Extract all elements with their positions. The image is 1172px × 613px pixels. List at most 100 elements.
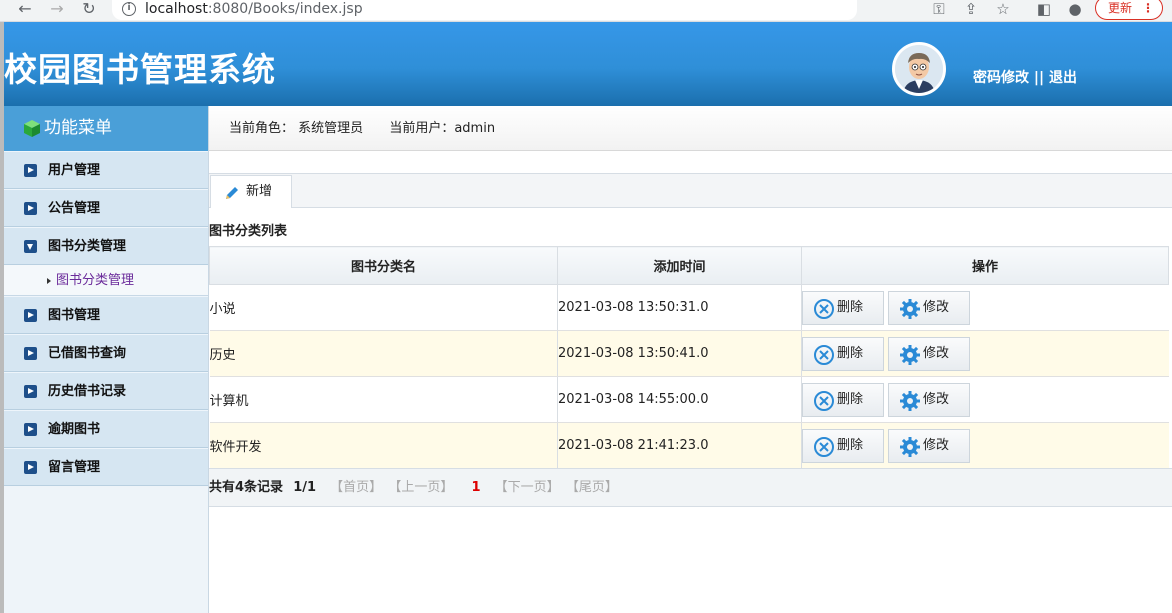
role-bar: 当前角色： 系统管理员 当前用户：admin	[209, 106, 1172, 151]
sidebar-item-borrowed[interactable]: 已借图书查询	[4, 334, 208, 372]
user-value: admin	[454, 121, 496, 136]
delete-button[interactable]: 删除	[802, 336, 884, 371]
sidebar-item-label: 用户管理	[48, 163, 101, 178]
sidebar-item-books[interactable]: 图书管理	[4, 296, 208, 334]
avatar	[892, 42, 946, 96]
page-count: 1/1	[293, 480, 317, 495]
column-header-actions: 操作	[801, 246, 1169, 285]
info-icon[interactable]: i	[122, 2, 136, 16]
edit-button[interactable]: 修改	[888, 382, 970, 417]
role-value: 系统管理员	[298, 121, 364, 136]
update-button[interactable]: 更新 ⋮	[1095, 0, 1163, 20]
sidebar-subitem-categories[interactable]: 图书分类管理	[4, 265, 208, 296]
actions-cell: 删除 修改	[801, 330, 1169, 377]
expand-arrow-icon	[24, 347, 37, 360]
add-time-cell: 2021-03-08 14:55:00.0	[557, 376, 802, 423]
sidebar-item-label: 图书管理	[48, 308, 101, 323]
current-page[interactable]: 1	[471, 480, 480, 495]
back-icon[interactable]: ←	[15, 1, 35, 19]
delete-circle-icon	[814, 298, 834, 319]
reload-icon[interactable]: ↻	[79, 1, 99, 19]
delete-label: 删除	[837, 299, 864, 315]
sidebar-item-overdue[interactable]: 逾期图书	[4, 410, 208, 448]
url-text[interactable]: localhost:8080/Books/index.jsp	[145, 1, 363, 17]
table-row: 软件开发 2021-03-08 21:41:23.0 删除 修改	[209, 422, 1169, 469]
table-row: 计算机 2021-03-08 14:55:00.0 删除 修改	[209, 376, 1169, 423]
change-password-link[interactable]: 密码修改	[973, 70, 1029, 86]
sidebar-item-label: 留言管理	[48, 460, 101, 475]
cube-icon	[24, 120, 40, 137]
share-icon[interactable]: ⇪	[962, 1, 980, 19]
expand-arrow-icon	[24, 385, 37, 398]
sidepanel-icon[interactable]: ◧	[1035, 1, 1053, 19]
edit-button[interactable]: 修改	[888, 336, 970, 371]
menu-title-label: 功能菜单	[44, 118, 112, 138]
toolbar: 新增	[209, 173, 1172, 208]
delete-button[interactable]: 删除	[802, 382, 884, 417]
expand-arrow-icon	[24, 309, 37, 322]
add-button[interactable]: 新增	[210, 175, 292, 208]
address-bar[interactable]: i localhost:8080/Books/index.jsp	[112, 0, 857, 20]
sidebar-item-label: 公告管理	[48, 201, 101, 216]
system-title: 校园图书管理系统	[4, 50, 276, 89]
star-icon[interactable]: ☆	[994, 1, 1012, 19]
edit-button[interactable]: 修改	[888, 428, 970, 463]
actions-cell: 删除 修改	[801, 376, 1169, 423]
role-label: 当前角色：	[229, 121, 295, 136]
category-name-cell: 小说	[209, 284, 558, 331]
edit-button[interactable]: 修改	[888, 290, 970, 325]
app-header: 校园图书管理系统 密码修改 || 退出	[0, 22, 1172, 106]
actions-cell: 删除 修改	[801, 422, 1169, 469]
gear-icon	[900, 344, 920, 365]
add-label: 新增	[246, 184, 273, 199]
column-header-time: 添加时间	[557, 246, 802, 285]
category-name-cell: 计算机	[209, 376, 558, 423]
sidebar-item-history[interactable]: 历史借书记录	[4, 372, 208, 410]
delete-button[interactable]: 删除	[802, 428, 884, 463]
sidebar-item-messages[interactable]: 留言管理	[4, 448, 208, 486]
main-content: 当前角色： 系统管理员 当前用户：admin 新增 图书分类列表 图书分类名 添…	[209, 106, 1172, 613]
gear-icon	[900, 390, 920, 411]
pagination: 共有4条记录 1/1 【首页】 【上一页】 1 【下一页】 【尾页】	[209, 468, 1172, 507]
pencil-icon	[226, 187, 238, 199]
record-count: 共有4条记录	[209, 480, 284, 495]
delete-button[interactable]: 删除	[802, 290, 884, 325]
category-table: 图书分类名 添加时间 操作 小说 2021-03-08 13:50:31.0 删除修…	[209, 246, 1169, 469]
profile-icon[interactable]: ●	[1066, 1, 1084, 19]
sidebar-item-notices[interactable]: 公告管理	[4, 189, 208, 227]
sidebar-item-users[interactable]: 用户管理	[4, 151, 208, 189]
sidebar-item-categories[interactable]: 图书分类管理	[4, 227, 208, 265]
prev-page-link[interactable]: 【上一页】	[388, 480, 453, 495]
gear-icon	[900, 298, 920, 319]
add-time-cell: 2021-03-08 13:50:41.0	[557, 330, 802, 377]
next-page-link[interactable]: 【下一页】	[495, 480, 560, 495]
first-page-link[interactable]: 【首页】	[330, 480, 382, 495]
delete-circle-icon	[814, 390, 834, 411]
add-time-cell: 2021-03-08 13:50:31.0	[557, 284, 802, 331]
logout-link[interactable]: 退出	[1049, 70, 1077, 86]
delete-label: 删除	[837, 437, 864, 453]
delete-circle-icon	[814, 344, 834, 365]
sidebar: 功能菜单 用户管理 公告管理 图书分类管理 图书分类管理 图书管理 已借图书查询…	[0, 106, 209, 613]
edit-label: 修改	[923, 391, 950, 407]
delete-label: 删除	[837, 345, 864, 361]
collapse-arrow-icon	[24, 240, 37, 253]
key-icon[interactable]: ⚿	[930, 1, 948, 19]
edit-label: 修改	[923, 345, 950, 361]
user-label: 当前用户：	[389, 121, 455, 136]
expand-arrow-icon	[24, 423, 37, 436]
sidebar-item-label: 历史借书记录	[48, 384, 127, 399]
bullet-triangle-icon	[47, 278, 51, 284]
expand-arrow-icon	[24, 461, 37, 474]
expand-arrow-icon	[24, 202, 37, 215]
forward-icon[interactable]: →	[47, 1, 67, 19]
table-row: 小说 2021-03-08 13:50:31.0 删除 修改	[209, 284, 1169, 331]
sidebar-item-label: 逾期图书	[48, 422, 101, 437]
link-separator: ||	[1033, 70, 1045, 86]
delete-circle-icon	[814, 436, 834, 457]
edit-label: 修改	[923, 437, 950, 453]
last-page-link[interactable]: 【尾页】	[566, 480, 618, 495]
sidebar-item-label: 图书分类管理	[48, 239, 127, 254]
category-name-cell: 历史	[209, 330, 558, 377]
menu-dots-icon: ⋮	[1142, 1, 1154, 15]
